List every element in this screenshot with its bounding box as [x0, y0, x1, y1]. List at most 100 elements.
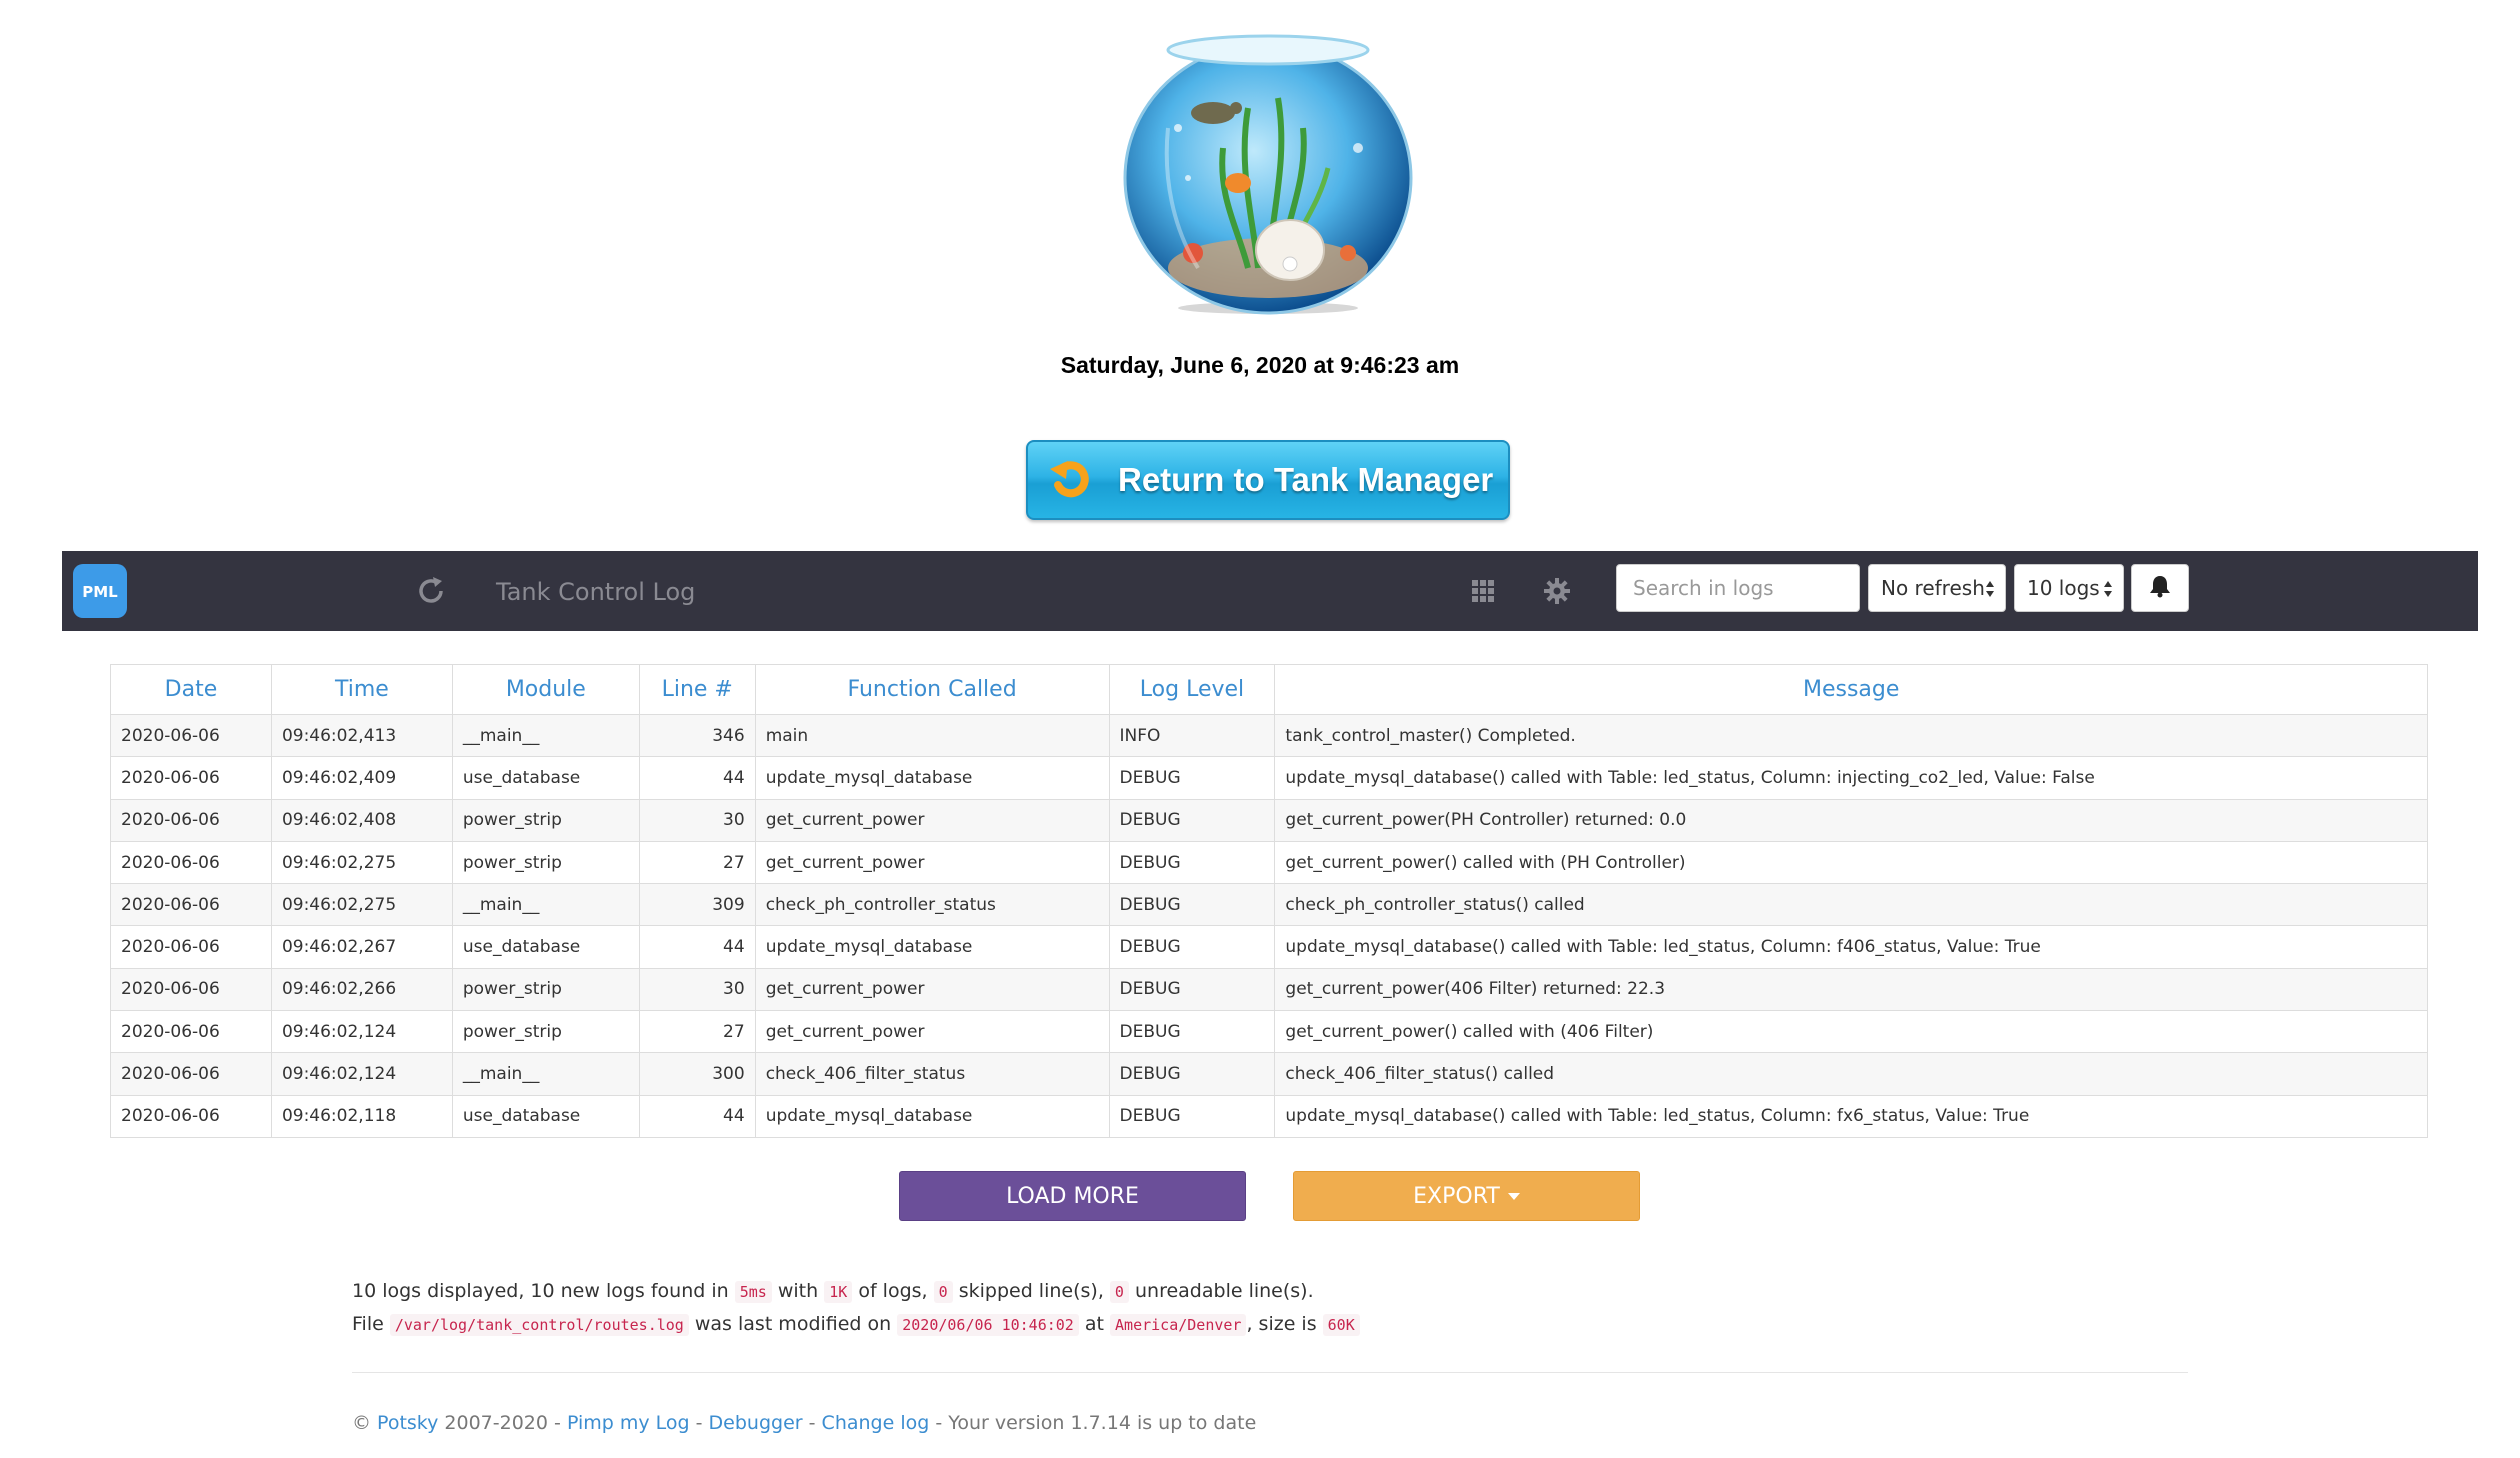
export-label: EXPORT: [1413, 1183, 1500, 1209]
load-more-button[interactable]: LOAD MORE: [899, 1171, 1246, 1221]
log-level-cell: DEBUG: [1108, 798, 1276, 842]
module-cell: __main__: [451, 713, 640, 758]
export-button[interactable]: EXPORT: [1293, 1171, 1640, 1221]
log-level-cell: DEBUG: [1108, 840, 1276, 885]
function-cell: get_current_power: [754, 798, 1110, 842]
file-path: /var/log/tank_control/routes.log: [389, 1314, 689, 1336]
message-cell: update_mysql_database() called with Tabl…: [1274, 756, 2428, 800]
select-arrows-icon: [2103, 579, 2113, 599]
table-row[interactable]: 2020-06-06 09:46:02,266 power_strip 30 get_c…: [110, 967, 2428, 1012]
column-header-function[interactable]: Function Called: [754, 664, 1110, 715]
stats-text: at: [1084, 1313, 1104, 1335]
date-cell: 2020-06-06: [110, 840, 272, 885]
module-cell: __main__: [451, 1052, 640, 1096]
table-row[interactable]: 2020-06-06 09:46:02,124 __main__ 300 check_4…: [110, 1052, 2428, 1096]
footer: © Potsky 2007-2020 - Pimp my Log - Debug…: [352, 1412, 1256, 1434]
change-log-link[interactable]: Change log: [822, 1412, 930, 1434]
table-row[interactable]: 2020-06-06 09:46:02,118 use_database 44 upda…: [110, 1094, 2428, 1138]
stats-logs-size: 1K: [824, 1281, 853, 1303]
table-row[interactable]: 2020-06-06 09:46:02,275 __main__ 309 check_p…: [110, 883, 2428, 927]
line-cell: 30: [638, 798, 756, 842]
date-cell: 2020-06-06: [110, 756, 272, 800]
author-link[interactable]: Potsky: [377, 1412, 438, 1434]
refresh-icon[interactable]: [414, 574, 448, 608]
footer-years: 2007-2020 -: [444, 1412, 561, 1434]
stats-text: File: [352, 1313, 384, 1335]
debugger-link[interactable]: Debugger: [709, 1412, 803, 1434]
message-cell: get_current_power() called with (406 Fil…: [1274, 1010, 2428, 1054]
stats-text: skipped line(s),: [958, 1280, 1104, 1302]
gear-icon[interactable]: [1543, 577, 1571, 605]
line-cell: 44: [638, 756, 756, 800]
log-level-cell: DEBUG: [1108, 967, 1276, 1012]
stats-skipped: 0: [933, 1281, 953, 1303]
log-level-cell: DEBUG: [1108, 1010, 1276, 1054]
function-cell: get_current_power: [754, 967, 1110, 1012]
column-header-line[interactable]: Line #: [638, 664, 756, 715]
line-cell: 300: [638, 1052, 756, 1096]
time-cell: 09:46:02,124: [270, 1010, 453, 1054]
table-row[interactable]: 2020-06-06 09:46:02,275 power_strip 27 get_c…: [110, 840, 2428, 885]
table-row[interactable]: 2020-06-06 09:46:02,408 power_strip 30 get_c…: [110, 798, 2428, 842]
table-row[interactable]: 2020-06-06 09:46:02,409 use_database 44 upda…: [110, 756, 2428, 800]
log-stats-line: 10 logs displayed, 10 new logs found in …: [352, 1280, 1314, 1303]
function-cell: update_mysql_database: [754, 756, 1110, 800]
module-cell: power_strip: [451, 798, 640, 842]
log-count-select[interactable]: 10 logs: [2014, 564, 2124, 612]
message-cell: tank_control_master() Completed.: [1274, 713, 2428, 758]
message-cell: check_406_filter_status() called: [1274, 1052, 2428, 1096]
date-cell: 2020-06-06: [110, 798, 272, 842]
version-status: - Your version 1.7.14 is up to date: [935, 1412, 1257, 1434]
time-cell: 09:46:02,118: [270, 1094, 453, 1138]
file-size: 60K: [1322, 1314, 1360, 1336]
copyright-symbol: ©: [352, 1412, 371, 1434]
line-cell: 27: [638, 1010, 756, 1054]
pml-logo[interactable]: PML: [73, 564, 127, 618]
table-row[interactable]: 2020-06-06 09:46:02,413 __main__ 346 main INF…: [110, 713, 2428, 758]
column-header-time[interactable]: Time: [270, 664, 453, 715]
file-timezone: America/Denver: [1110, 1314, 1247, 1336]
notification-button[interactable]: [2131, 564, 2189, 612]
column-header-message[interactable]: Message: [1274, 664, 2428, 715]
stats-unreadable: 0: [1109, 1281, 1129, 1303]
footer-separator: -: [695, 1412, 703, 1434]
column-header-module[interactable]: Module: [451, 664, 640, 715]
log-title[interactable]: Tank Control Log: [496, 578, 695, 606]
search-input[interactable]: [1616, 564, 1860, 612]
pimp-my-log-link[interactable]: Pimp my Log: [567, 1412, 690, 1434]
return-to-tank-manager-button[interactable]: Return to Tank Manager: [1026, 440, 1510, 520]
log-count-value: 10 logs: [2027, 576, 2100, 600]
date-cell: 2020-06-06: [110, 713, 272, 758]
function-cell: main: [754, 713, 1110, 758]
function-cell: get_current_power: [754, 1010, 1110, 1054]
log-level-cell: DEBUG: [1108, 1052, 1276, 1096]
message-cell: get_current_power(PH Controller) returne…: [1274, 798, 2428, 842]
date-cell: 2020-06-06: [110, 1010, 272, 1054]
time-cell: 09:46:02,409: [270, 756, 453, 800]
function-cell: check_ph_controller_status: [754, 883, 1110, 927]
date-cell: 2020-06-06: [110, 967, 272, 1012]
column-header-date[interactable]: Date: [110, 664, 272, 715]
caret-down-icon: [1507, 1192, 1520, 1200]
time-cell: 09:46:02,275: [270, 883, 453, 927]
grid-icon[interactable]: [1471, 579, 1495, 603]
table-row[interactable]: 2020-06-06 09:46:02,267 use_database 44 upda…: [110, 925, 2428, 969]
table-header-row: Date Time Module Line # Function Called …: [110, 664, 2428, 715]
line-cell: 309: [638, 883, 756, 927]
refresh-interval-select[interactable]: No refresh: [1868, 564, 2006, 612]
table-row[interactable]: 2020-06-06 09:46:02,124 power_strip 27 get_c…: [110, 1010, 2428, 1054]
module-cell: use_database: [451, 1094, 640, 1138]
file-info-line: File /var/log/tank_control/routes.log wa…: [352, 1313, 1360, 1336]
function-cell: update_mysql_database: [754, 925, 1110, 969]
time-cell: 09:46:02,267: [270, 925, 453, 969]
stats-duration: 5ms: [734, 1281, 772, 1303]
module-cell: power_strip: [451, 1010, 640, 1054]
message-cell: update_mysql_database() called with Tabl…: [1274, 1094, 2428, 1138]
log-table: Date Time Module Line # Function Called …: [110, 664, 2428, 1138]
column-header-log-level[interactable]: Log Level: [1108, 664, 1276, 715]
log-level-cell: DEBUG: [1108, 756, 1276, 800]
stats-text: unreadable line(s).: [1135, 1280, 1314, 1302]
log-level-cell: DEBUG: [1108, 925, 1276, 969]
message-cell: get_current_power(406 Filter) returned: …: [1274, 967, 2428, 1012]
date-cell: 2020-06-06: [110, 1052, 272, 1096]
